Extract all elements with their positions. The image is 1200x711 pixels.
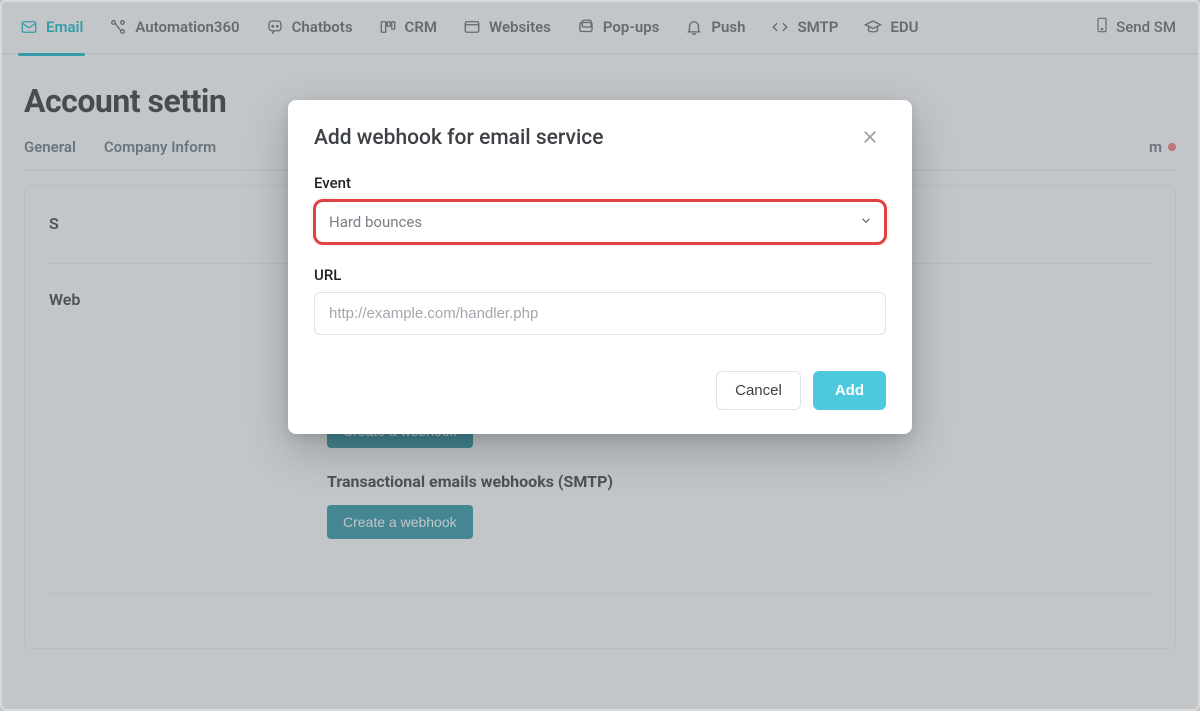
add-webhook-modal: Add webhook for email service Event Hard…: [288, 100, 912, 434]
close-icon: [861, 128, 879, 149]
modal-body: Event Hard bounces URL: [288, 164, 912, 363]
url-input[interactable]: [314, 292, 886, 335]
modal-title: Add webhook for email service: [314, 126, 604, 150]
event-label: Event: [314, 174, 886, 192]
url-group: URL: [314, 266, 886, 335]
close-button[interactable]: [854, 122, 886, 154]
cancel-button[interactable]: Cancel: [716, 371, 801, 410]
url-label: URL: [314, 266, 886, 284]
event-group: Event Hard bounces: [314, 174, 886, 244]
event-select-value: Hard bounces: [315, 201, 885, 243]
event-select[interactable]: Hard bounces: [314, 200, 886, 244]
modal-header: Add webhook for email service: [288, 100, 912, 164]
add-button[interactable]: Add: [813, 371, 886, 410]
modal-footer: Cancel Add: [288, 363, 912, 434]
